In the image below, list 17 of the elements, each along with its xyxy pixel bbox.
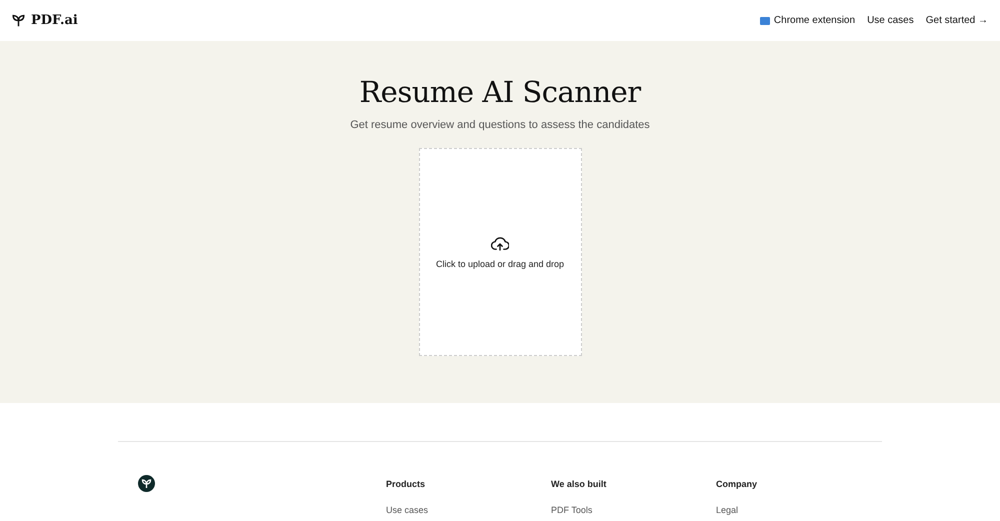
sprout-icon [12, 14, 25, 27]
new-badge-icon [760, 16, 770, 24]
footer-heading: We also built [551, 479, 608, 489]
logo-icon [138, 475, 155, 492]
footer-heading: Products [386, 479, 426, 489]
upload-dropzone[interactable]: Click to upload or drag and drop [418, 148, 582, 356]
footer-link[interactable]: PDF Tools [551, 505, 716, 515]
page-title: Resume AI Scanner [359, 75, 641, 109]
footer-heading: Company [716, 479, 758, 489]
footer-link[interactable]: Use cases [386, 505, 551, 515]
logo[interactable]: PDF.ai [12, 13, 78, 28]
page-subtitle: Get resume overview and questions to assess the candidates [350, 119, 650, 131]
nav-link[interactable]: Chrome extension [760, 15, 856, 26]
cloud-upload-icon [491, 236, 509, 252]
footer-link[interactable]: Legal [716, 505, 881, 515]
nav-link[interactable]: Get started → [926, 15, 988, 26]
nav-link[interactable]: Use cases [867, 15, 914, 26]
